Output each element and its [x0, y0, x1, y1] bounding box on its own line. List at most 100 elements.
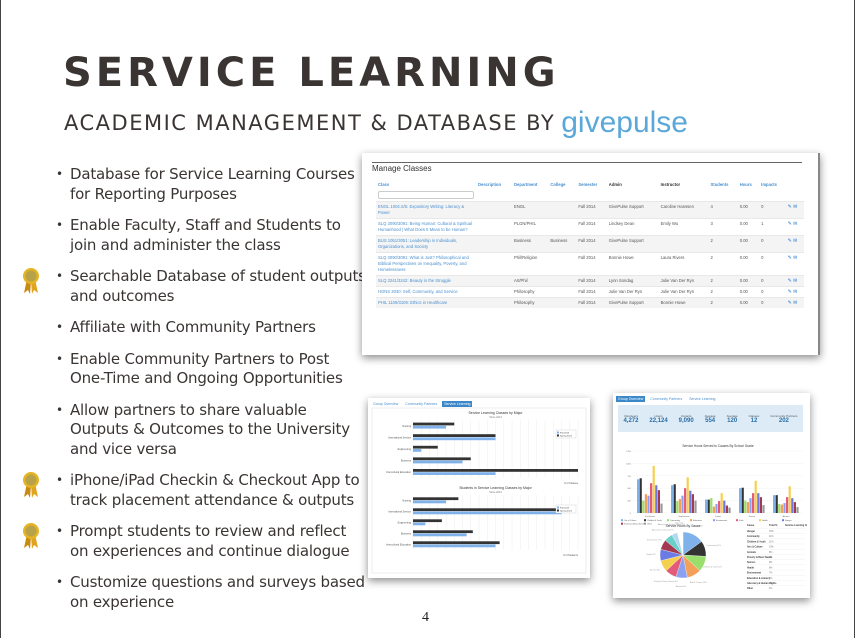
cell-description — [476, 297, 513, 308]
legend-label: Spring 2014 — [560, 509, 573, 512]
cell-hours: 0.00 — [737, 252, 760, 276]
envelope-icon[interactable]: ✉ — [793, 278, 797, 284]
bar-out-of-culture — [637, 479, 640, 513]
column-header-class[interactable]: Class — [376, 179, 476, 189]
y-tick-label: 750 — [627, 476, 631, 478]
class-filter-input[interactable] — [378, 191, 474, 199]
pencil-icon[interactable]: ✎ — [788, 204, 792, 210]
y-tick-label: 0 — [630, 513, 632, 515]
cell-impacts: 1 — [759, 218, 786, 236]
legend-label: Spring 2014 — [560, 434, 573, 437]
bar-spring-2014 — [413, 497, 459, 501]
cell-admin: GivePulse Support — [606, 297, 659, 308]
column-header-semester[interactable]: Semester — [576, 179, 606, 189]
y-tick-label: 250 — [627, 501, 631, 503]
cell-department: Business — [512, 235, 549, 253]
page-number: 4 — [422, 610, 429, 625]
class-link[interactable]: BUS 1051/3051: Leadership in Individuals… — [376, 235, 476, 253]
bar-education — [644, 494, 647, 513]
feature-bullet: iPhone/iPad Checkin & Checkout App to tr… — [23, 471, 366, 510]
tab-service-learning[interactable]: Service Learning — [442, 401, 473, 407]
pencil-icon[interactable]: ✎ — [788, 289, 792, 295]
envelope-icon[interactable]: ✉ — [793, 238, 797, 244]
pie-label: Arts & Culture 10% — [690, 581, 707, 584]
tab-community-partners[interactable]: Community Partners — [403, 401, 439, 407]
bar-health — [652, 465, 655, 513]
column-header-hours[interactable]: Hours — [738, 179, 759, 189]
column-header-admin[interactable]: Admin — [607, 179, 659, 189]
class-link[interactable]: HONS 3030: Self, Community, and Service — [376, 286, 476, 298]
class-link[interactable]: SLQ 3241/3242: Beauty in the Struggle — [376, 275, 476, 287]
bar-health — [720, 493, 723, 513]
feature-bullet: Customize questions and surveys based on… — [56, 573, 366, 612]
cause-total: 11% — [769, 536, 773, 538]
bar-other — [796, 507, 799, 513]
tab-community-partners[interactable]: Community Partners — [648, 396, 684, 402]
table-header: Total % — [769, 524, 778, 527]
cell-semester: Fall 2014 — [576, 286, 607, 298]
bar-fall-2013 — [413, 522, 426, 526]
envelope-icon[interactable]: ✉ — [793, 204, 797, 210]
bar-spring-2014 — [413, 457, 471, 461]
chart-title: Service Learning Classes by Major — [468, 411, 523, 415]
cause-total: 6% — [769, 578, 772, 580]
pencil-icon[interactable]: ✎ — [788, 278, 792, 284]
bar-poverty-basic-needs — [691, 494, 694, 513]
legend-swatch — [557, 434, 559, 437]
cell-impacts: 0 — [759, 286, 786, 298]
bar-community — [676, 501, 679, 513]
class-link[interactable]: PHIL 1109/3109: Ethics in Healthcare — [376, 297, 476, 308]
bar-other — [762, 505, 765, 513]
column-header-impacts[interactable]: Impacts — [759, 179, 785, 189]
envelope-icon[interactable]: ✉ — [793, 255, 797, 261]
pie-label: Animals 8% — [676, 585, 687, 588]
bar-out-of-culture — [671, 485, 674, 513]
pencil-icon[interactable]: ✎ — [788, 255, 792, 261]
bar-environment — [715, 504, 718, 513]
envelope-icon[interactable]: ✉ — [793, 221, 797, 227]
bar-children-youth — [707, 499, 710, 513]
stat-item: Volunteers 4,272 — [623, 414, 638, 424]
column-header-description[interactable]: Description — [476, 179, 512, 189]
column-header-college[interactable]: College — [548, 179, 576, 189]
class-link[interactable]: SLQ 3090/3091: What is Just? Philosophic… — [376, 252, 476, 276]
column-header-instructor[interactable]: Instructor — [659, 179, 709, 189]
cause-total: 4% — [769, 583, 772, 585]
envelope-icon[interactable]: ✉ — [793, 289, 797, 295]
category-label: Engineering — [398, 448, 412, 451]
bar-children-youth — [775, 495, 778, 513]
legend-label: Fall 2013 — [560, 507, 570, 509]
cell-department: Philosophy — [512, 286, 549, 298]
x-tick-label: Junior — [715, 515, 721, 518]
bullet-text: Searchable Database of student outputs a… — [70, 267, 366, 305]
tab-group-overview[interactable]: Group Overview — [371, 401, 400, 407]
legend-label: Fall 2013 — [560, 432, 570, 434]
bar-health — [686, 477, 689, 513]
bar-spring-2014 — [413, 469, 578, 472]
class-link[interactable]: ENGL 1004.S/5: Expository Writing: Liter… — [376, 201, 476, 219]
stat-label: Impacts — [680, 413, 692, 418]
pencil-icon[interactable]: ✎ — [788, 221, 792, 227]
cell-department: ENGL — [512, 201, 549, 219]
column-header-students[interactable]: Students — [709, 179, 738, 189]
legend-label: Children & Youth — [647, 519, 662, 522]
column-header-department[interactable]: Department — [512, 179, 548, 189]
pencil-icon[interactable]: ✎ — [788, 300, 792, 306]
bullet-text: Database for Service Learning Courses fo… — [70, 165, 355, 203]
tab-group-overview[interactable]: Group Overview — [616, 396, 646, 402]
cell-instructor: Bonnie Howe — [658, 297, 709, 308]
stat-item: Classes 12 — [749, 414, 760, 424]
bar-faith — [752, 493, 755, 513]
cell-admin: Julie Van Der Ryn — [606, 286, 659, 298]
envelope-icon[interactable]: ✉ — [793, 300, 797, 306]
stat-value: 4,272 — [623, 417, 639, 424]
cause-total: 8% — [769, 552, 772, 554]
legend-swatch — [759, 519, 761, 522]
class-link[interactable]: SLQ 3090/3091: Being Human: Cultural & S… — [376, 218, 476, 236]
pencil-icon[interactable]: ✎ — [788, 238, 792, 244]
bar-health — [788, 486, 791, 513]
tab-service-learning[interactable]: Service Learning — [687, 396, 717, 402]
feature-bullet: Affiliate with Community Partners — [56, 318, 366, 338]
bar-health — [754, 480, 757, 513]
cell-admin: GivePulse Support — [606, 201, 659, 219]
